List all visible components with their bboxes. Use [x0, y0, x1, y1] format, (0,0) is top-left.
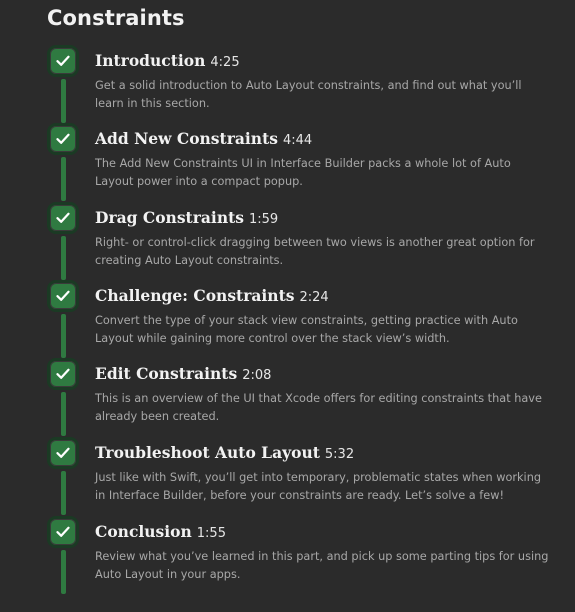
lesson-duration: 2:24	[299, 290, 329, 305]
timeline-connector	[61, 392, 66, 436]
checkmark-icon	[56, 55, 70, 66]
lesson-duration: 2:08	[242, 368, 272, 383]
lesson-title[interactable]: Edit Constraints	[95, 364, 237, 383]
checkmark-icon	[56, 526, 70, 537]
lesson-duration: 4:44	[282, 133, 313, 148]
lesson-title[interactable]: Troubleshoot Auto Layout	[95, 443, 320, 462]
timeline-connector	[61, 550, 66, 594]
lesson-title[interactable]: Add New Constraints	[95, 129, 278, 148]
lesson-description: The Add New Constraints UI in Interface …	[95, 157, 511, 188]
section-title: Constraints	[47, 6, 185, 30]
course-section-page: Constraints Introduction 4:25 Get a solid…	[0, 0, 575, 612]
lesson-duration: 1:59	[248, 212, 279, 227]
lesson-title[interactable]: Challenge: Constraints	[95, 286, 294, 305]
timeline-connector	[61, 236, 66, 280]
lesson-item[interactable]: Introduction 4:25 Get a solid introductio…	[0, 45, 575, 124]
lesson-complete-checkbox[interactable]	[47, 358, 79, 390]
checkmark-icon	[56, 368, 70, 379]
lesson-item[interactable]: Edit Constraints 2:08 This is an overview…	[0, 358, 575, 437]
lesson-complete-checkbox[interactable]	[47, 202, 79, 234]
lesson-description: Convert the type of your stack view cons…	[95, 314, 518, 345]
lesson-description: This is an overview of the UI that Xcode…	[95, 392, 542, 423]
lesson-title[interactable]: Drag Constraints	[95, 208, 244, 227]
lesson-complete-checkbox[interactable]	[47, 280, 79, 312]
lesson-item[interactable]: Troubleshoot Auto Layout 5:32 Just like w…	[0, 437, 575, 516]
lesson-description: Get a solid introduction to Auto Layout …	[95, 79, 522, 110]
lesson-description: Review what you’ve learned in this part,…	[95, 550, 549, 581]
lesson-title[interactable]: Introduction	[95, 51, 205, 70]
checkmark-icon	[56, 212, 70, 223]
lesson-description: Right- or control-click dragging between…	[95, 236, 535, 267]
timeline-connector	[61, 79, 66, 123]
lesson-complete-checkbox[interactable]	[47, 516, 79, 548]
lesson-title-row: Add New Constraints 4:44	[95, 129, 312, 149]
lesson-title[interactable]: Conclusion	[95, 522, 192, 541]
lesson-title-row: Edit Constraints 2:08	[95, 364, 271, 384]
lesson-description: Just like with Swift, you’ll get into te…	[95, 471, 542, 502]
lesson-item[interactable]: Conclusion 1:55 Review what you’ve learne…	[0, 516, 575, 595]
lesson-title-row: Introduction 4:25	[95, 51, 240, 71]
timeline-connector	[61, 471, 66, 515]
checkmark-icon	[56, 447, 70, 458]
lesson-item[interactable]: Drag Constraints 1:59 Right- or control-c…	[0, 202, 575, 281]
lesson-title-row: Challenge: Constraints 2:24	[95, 286, 329, 306]
timeline-connector	[61, 157, 66, 201]
lesson-complete-checkbox[interactable]	[47, 123, 79, 155]
lesson-item[interactable]: Add New Constraints 4:44 The Add New Cons…	[0, 123, 575, 202]
lesson-duration: 4:25	[210, 55, 240, 70]
lesson-complete-checkbox[interactable]	[47, 437, 79, 469]
lesson-title-row: Drag Constraints 1:59	[95, 208, 278, 228]
checkmark-icon	[56, 290, 70, 301]
lesson-title-row: Troubleshoot Auto Layout 5:32	[95, 443, 354, 463]
lesson-duration: 5:32	[324, 447, 355, 462]
lesson-duration: 1:55	[196, 526, 226, 541]
lesson-title-row: Conclusion 1:55	[95, 522, 226, 542]
checkmark-icon	[56, 133, 70, 144]
timeline-connector	[61, 314, 66, 358]
lesson-complete-checkbox[interactable]	[47, 45, 79, 77]
lesson-item[interactable]: Challenge: Constraints 2:24 Convert the t…	[0, 280, 575, 359]
